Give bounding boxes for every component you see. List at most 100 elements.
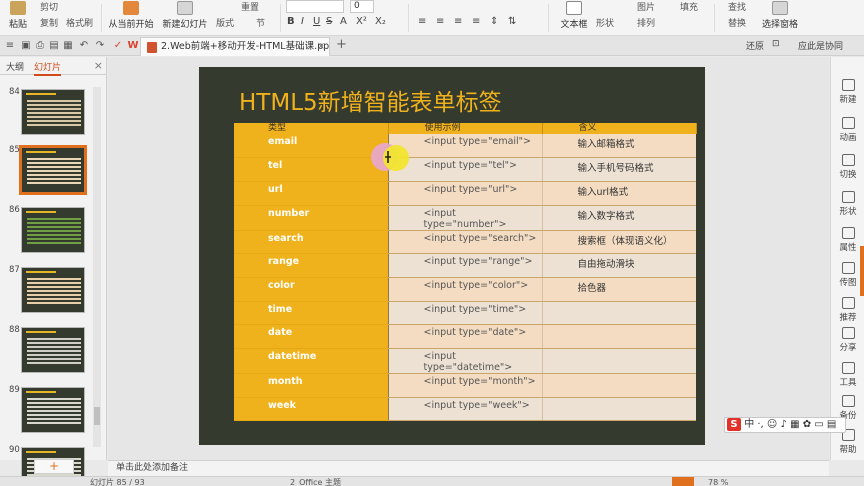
window-icon[interactable]: ⊡	[772, 39, 780, 49]
slide-thumbnail[interactable]	[19, 145, 87, 195]
cut-button[interactable]: 剪切	[40, 0, 58, 13]
close-tab-icon[interactable]: ×	[317, 38, 325, 56]
wps-logo-icon[interactable]: W	[127, 40, 139, 51]
zoom-level[interactable]: 78 %	[708, 478, 728, 486]
meaning-cell[interactable]: 输入数字格式	[542, 205, 696, 231]
meaning-cell[interactable]	[542, 301, 696, 326]
save-icon[interactable]: ▣	[20, 40, 32, 51]
font-size-select[interactable]: 0	[350, 0, 374, 13]
slide-thumbnail[interactable]	[21, 267, 85, 313]
notes-pane[interactable]: 单击此处添加备注	[108, 460, 829, 476]
layout-button[interactable]: 版式	[216, 16, 234, 29]
slide-thumbnail[interactable]	[21, 89, 85, 135]
slide-85[interactable]: HTML5新增智能表单标签 类型 使用示例 含义 email <input typ…	[199, 67, 705, 445]
textbox-button[interactable]: 文本框	[556, 0, 592, 36]
meaning-cell[interactable]: 搜索框（体现语义化）	[542, 230, 696, 255]
type-cell[interactable]: tel	[234, 157, 389, 182]
shadow-button[interactable]: A	[340, 16, 347, 27]
new-slide-button[interactable]: 新建幻灯片	[160, 0, 210, 36]
italic-button[interactable]: I	[301, 16, 304, 27]
type-cell[interactable]: number	[234, 205, 389, 231]
ime-mode[interactable]: 中	[744, 419, 754, 430]
meaning-cell[interactable]: 输入手机号码格式	[542, 157, 696, 182]
pane-button-8[interactable]: 工具	[831, 362, 864, 388]
meaning-cell[interactable]	[542, 324, 696, 349]
close-panel-icon[interactable]: ×	[94, 59, 103, 72]
align-right-icon[interactable]: ≡	[454, 16, 462, 27]
add-slide-button[interactable]: +	[34, 459, 74, 474]
type-cell[interactable]: url	[234, 181, 389, 206]
play-from-current-button[interactable]: 从当前开始	[106, 0, 156, 36]
slide-thumbnail[interactable]	[21, 207, 85, 253]
example-cell[interactable]: <input type="email">	[388, 134, 543, 159]
format-painter-button[interactable]: 格式刷	[66, 16, 93, 29]
example-cell[interactable]: <input type="time">	[388, 301, 543, 326]
font-name-select[interactable]	[286, 0, 344, 13]
find-button[interactable]: 查找	[728, 0, 746, 13]
strikethrough-button[interactable]: S	[326, 16, 332, 27]
underline-button[interactable]: U	[313, 16, 320, 27]
meaning-cell[interactable]: 拾色器	[542, 277, 696, 302]
slide-thumbnail[interactable]	[21, 327, 85, 373]
scrollbar-thumb[interactable]	[94, 407, 100, 425]
type-cell[interactable]: datetime	[234, 348, 389, 374]
restore-button[interactable]: 还原	[746, 39, 764, 52]
type-cell[interactable]: time	[234, 301, 389, 326]
pane-button-3[interactable]: 形状	[831, 191, 864, 217]
meaning-cell[interactable]: 输入url格式	[542, 181, 696, 206]
example-cell[interactable]: <input type="url">	[388, 181, 543, 206]
meaning-cell[interactable]	[542, 348, 696, 374]
superscript-button[interactable]: X²	[356, 16, 367, 27]
line-spacing-icon[interactable]: ⇕	[490, 16, 498, 27]
slide-thumbnail[interactable]	[21, 387, 85, 433]
pane-button-1[interactable]: 动画	[831, 117, 864, 143]
add-tab-button[interactable]: +	[336, 37, 347, 52]
meaning-cell[interactable]: 自由拖动滑块	[542, 253, 696, 278]
tab-outline[interactable]: 大纲	[6, 60, 24, 73]
preview-icon[interactable]: ▦	[62, 40, 74, 51]
section-button[interactable]: 节	[256, 16, 265, 29]
example-cell[interactable]: <input type="number">	[388, 205, 543, 231]
type-cell[interactable]: range	[234, 253, 389, 278]
bold-button[interactable]: B	[287, 16, 295, 27]
export-icon[interactable]: ⎙	[34, 40, 46, 51]
undo-icon[interactable]: ↶	[78, 40, 90, 51]
fill-button[interactable]: 填充	[680, 0, 698, 13]
shape-button[interactable]: 形状	[596, 16, 614, 29]
tab-slides[interactable]: 幻灯片	[34, 60, 62, 76]
menu-icon[interactable]: ≡	[4, 40, 16, 51]
example-cell[interactable]: <input type="color">	[388, 277, 543, 302]
example-cell[interactable]: <input type="month">	[388, 373, 543, 398]
type-cell[interactable]: date	[234, 324, 389, 349]
thumbnail-scrollbar[interactable]	[93, 87, 101, 447]
example-cell[interactable]: <input type="date">	[388, 324, 543, 349]
example-cell[interactable]: <input type="tel">	[388, 157, 543, 182]
meaning-cell[interactable]	[542, 373, 696, 398]
pane-button-6[interactable]: 推荐	[831, 297, 864, 323]
example-cell[interactable]: <input type="search">	[388, 230, 543, 255]
form-tags-table[interactable]: 类型 使用示例 含义 email <input type="email"> 输入邮箱…	[234, 123, 697, 422]
replace-button[interactable]: 替换	[728, 16, 746, 29]
ime-toolbar[interactable]: S 中 ·, ☺ ♪ ▦ ✿ ▭ ▤	[724, 417, 846, 433]
example-cell[interactable]: <input type="week">	[388, 397, 543, 422]
pane-button-2[interactable]: 切换	[831, 154, 864, 180]
copy-button[interactable]: 复制	[40, 16, 58, 29]
print-icon[interactable]: ▤	[48, 40, 60, 51]
pane-button-0[interactable]: 新建	[831, 79, 864, 105]
select-pane-button[interactable]: 选择窗格	[760, 0, 800, 36]
pane-button-7[interactable]: 分享	[831, 327, 864, 353]
meaning-cell[interactable]	[542, 397, 696, 422]
example-cell[interactable]: <input type="datetime">	[388, 348, 543, 374]
slideshow-button[interactable]	[672, 477, 694, 486]
check-icon[interactable]: ✓	[112, 40, 124, 51]
ime-tools[interactable]: ·, ☺ ♪ ▦ ✿ ▭ ▤	[757, 419, 836, 430]
document-tab[interactable]: 2.Web前端+移动开发-HTML基础课.ppt * ×	[140, 37, 330, 56]
redo-icon[interactable]: ↷	[94, 40, 106, 51]
type-cell[interactable]: color	[234, 277, 389, 302]
collab-button[interactable]: 应此是协同	[798, 39, 843, 52]
text-direction-icon[interactable]: ⇅	[508, 16, 516, 27]
arrange-button[interactable]: 排列	[637, 16, 655, 29]
picture-button[interactable]: 图片	[637, 0, 655, 13]
meaning-cell[interactable]: 输入邮箱格式	[542, 134, 696, 159]
example-cell[interactable]: <input type="range">	[388, 253, 543, 278]
